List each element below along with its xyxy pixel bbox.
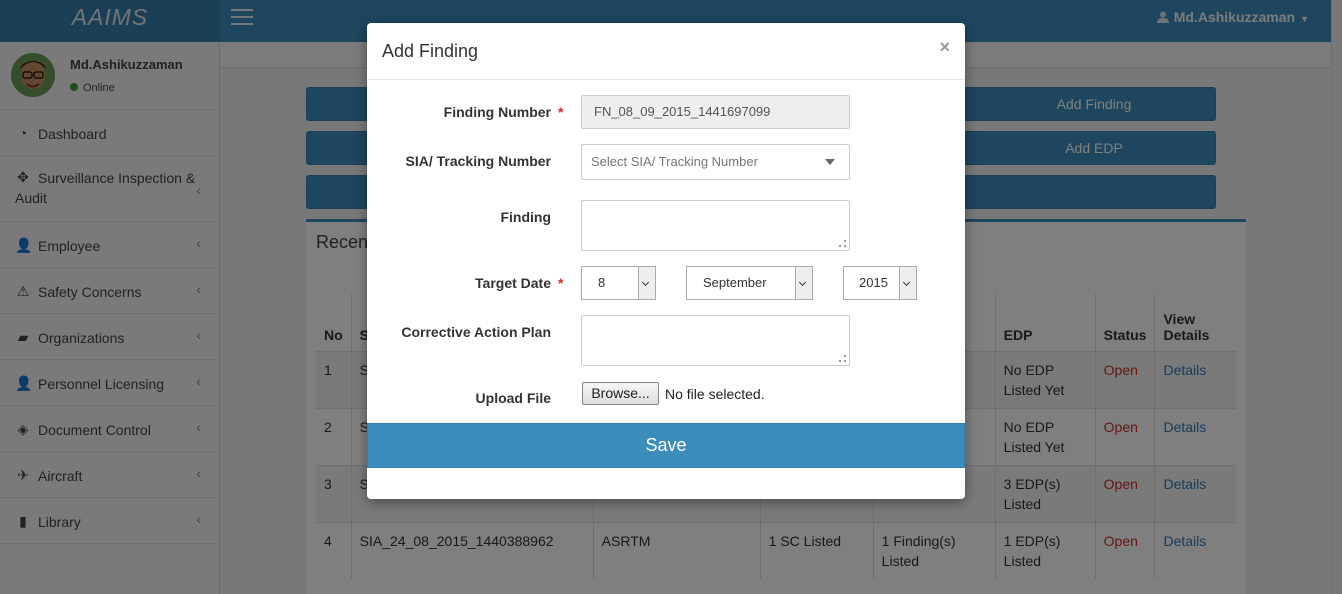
target-date-label: Target Date	[475, 275, 551, 291]
dropdown-arrow-icon	[638, 267, 655, 299]
save-button[interactable]: Save	[367, 423, 965, 468]
add-finding-modal: Add Finding × Finding Number * FN_08_09_…	[367, 23, 965, 499]
required-mark: *	[558, 104, 564, 120]
dropdown-arrow-icon	[899, 267, 916, 299]
finding-number-field[interactable]: FN_08_09_2015_1441697099	[581, 95, 850, 129]
modal-title: Add Finding	[382, 41, 479, 61]
close-icon[interactable]: ×	[939, 37, 950, 58]
finding-number-label: Finding Number	[443, 104, 551, 120]
target-year-select[interactable]: 2015	[843, 266, 917, 300]
cap-label: Corrective Action Plan	[401, 324, 551, 340]
upload-file-label: Upload File	[475, 390, 551, 406]
target-year-value: 2015	[859, 275, 888, 290]
target-day-select[interactable]: 8	[581, 266, 656, 300]
dropdown-arrow-icon	[795, 267, 812, 299]
target-month-value: September	[703, 275, 767, 290]
sia-tracking-select[interactable]: Select SIA/ Tracking Number	[581, 144, 850, 180]
sia-tracking-label: SIA/ Tracking Number	[405, 153, 551, 169]
resize-grip-icon[interactable]	[839, 240, 846, 247]
required-mark: *	[558, 275, 564, 291]
resize-grip-icon[interactable]	[839, 355, 846, 362]
cap-textarea[interactable]	[581, 315, 850, 366]
file-status: No file selected.	[665, 386, 765, 402]
finding-textarea[interactable]	[581, 200, 850, 251]
sia-tracking-placeholder: Select SIA/ Tracking Number	[591, 154, 758, 169]
target-day-value: 8	[598, 275, 606, 290]
browse-button[interactable]: Browse...	[582, 382, 659, 405]
target-month-select[interactable]: September	[686, 266, 813, 300]
modal-header: Add Finding ×	[367, 23, 965, 80]
caret-down-icon	[825, 159, 835, 165]
finding-label: Finding	[500, 209, 551, 225]
